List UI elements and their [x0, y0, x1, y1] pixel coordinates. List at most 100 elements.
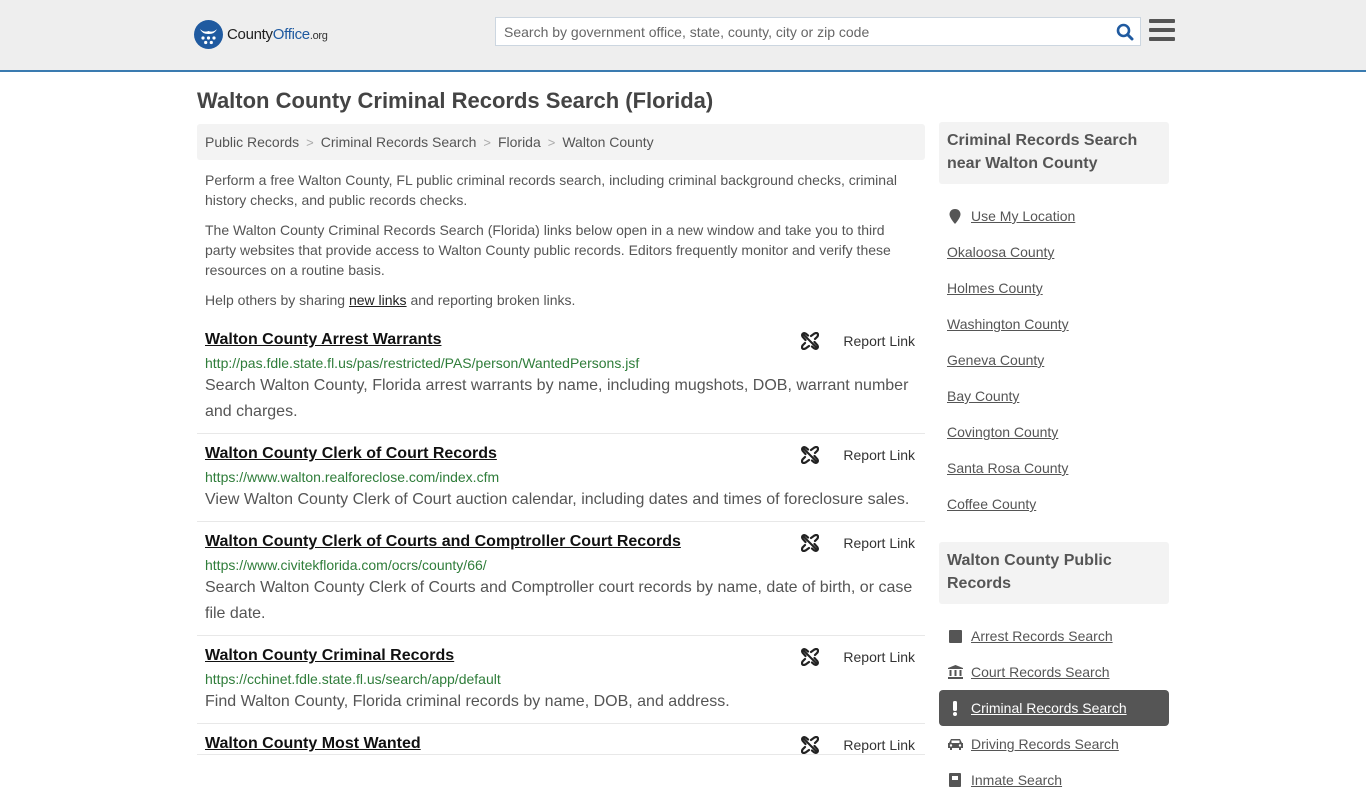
breadcrumb-walton-county[interactable]: Walton County [562, 134, 653, 150]
public-records-heading: Walton County Public Records [939, 542, 1169, 604]
intro-paragraph-1: Perform a free Walton County, FL public … [205, 172, 897, 208]
nearby-county-link[interactable]: Santa Rosa County [947, 460, 1068, 476]
result-title-link[interactable]: Walton County Most Wanted [205, 734, 421, 754]
breadcrumb-separator: > [483, 134, 491, 150]
breadcrumb-separator: > [306, 134, 314, 150]
use-my-location-link[interactable]: Use My Location [971, 208, 1075, 224]
nearby-county-link[interactable]: Coffee County [947, 496, 1036, 512]
result-title-link[interactable]: Walton County Clerk of Courts and Comptr… [205, 532, 681, 552]
logo-county: County [227, 26, 273, 43]
nearby-county-item[interactable]: Holmes County [939, 270, 1169, 306]
public-records-link[interactable]: Arrest Records Search [971, 628, 1113, 644]
use-my-location-item[interactable]: Use My Location [939, 198, 1169, 234]
result-title-link[interactable]: Walton County Clerk of Court Records [205, 444, 497, 464]
nearby-county-link[interactable]: Okaloosa County [947, 244, 1054, 260]
result-description: View Walton County Clerk of Court auctio… [205, 491, 910, 508]
intro-paragraph-2: The Walton County Criminal Records Searc… [205, 222, 891, 278]
report-link-button[interactable]: Report Link [801, 332, 915, 350]
public-records-item[interactable]: Court Records Search [939, 654, 1169, 690]
nearby-county-item[interactable]: Okaloosa County [939, 234, 1169, 270]
intro-text: and reporting broken links. [406, 292, 576, 308]
result-item: Walton County Clerk of Courts and Comptr… [197, 522, 925, 636]
report-link-label: Report Link [843, 447, 915, 463]
report-link-label: Report Link [843, 535, 915, 551]
nearby-county-link[interactable]: Geneva County [947, 352, 1044, 368]
broken-link-icon [801, 534, 831, 552]
result-title-link[interactable]: Walton County Arrest Warrants [205, 330, 441, 350]
logo-office: Office [272, 26, 310, 43]
broken-link-icon [801, 736, 831, 754]
search-bar [495, 17, 1141, 46]
breadcrumb: Public Records > Criminal Records Search… [197, 124, 925, 160]
intro-paragraph-3: Help others by sharing new links and rep… [197, 290, 925, 310]
nearby-county-item[interactable]: Bay County [939, 378, 1169, 414]
nearby-county-link[interactable]: Holmes County [947, 280, 1043, 296]
breadcrumb-florida[interactable]: Florida [498, 134, 541, 150]
public-records-link[interactable]: Inmate Search [971, 772, 1062, 788]
search-input[interactable] [496, 18, 1110, 45]
public-records-link[interactable]: Driving Records Search [971, 736, 1119, 752]
result-item: Walton County Most Wanted Report Link [197, 724, 925, 755]
public-records-link[interactable]: Criminal Records Search [971, 700, 1127, 716]
nearby-county-link[interactable]: Washington County [947, 316, 1069, 332]
nearby-county-link[interactable]: Bay County [947, 388, 1019, 404]
nearby-heading: Criminal Records Search near Walton Coun… [939, 122, 1169, 184]
result-item: Walton County Arrest Warrants Report Link… [197, 330, 925, 434]
result-url[interactable]: https://cchinet.fdle.state.fl.us/search/… [205, 670, 917, 688]
public-records-link[interactable]: Court Records Search [971, 664, 1110, 680]
public-records-item[interactable]: Criminal Records Search [939, 690, 1169, 726]
public-records-list: Arrest Records Search Court Records Searc… [939, 618, 1169, 798]
result-title-link[interactable]: Walton County Criminal Records [205, 646, 454, 666]
public-records-item[interactable]: Driving Records Search [939, 726, 1169, 762]
courthouse-icon [947, 665, 963, 679]
square-icon [947, 629, 963, 643]
breadcrumb-criminal-records-search[interactable]: Criminal Records Search [321, 134, 477, 150]
map-marker-icon [947, 208, 963, 224]
results-list: Walton County Arrest Warrants Report Link… [197, 330, 925, 755]
result-item: Walton County Criminal Records Report Lin… [197, 636, 925, 724]
logo-text: CountyOffice.org [227, 26, 328, 43]
broken-link-icon [801, 446, 831, 464]
nearby-list: Use My Location Okaloosa County Holmes Co… [939, 198, 1169, 522]
result-description: Search Walton County Clerk of Courts and… [205, 579, 913, 622]
result-url[interactable]: http://pas.fdle.state.fl.us/pas/restrict… [205, 354, 917, 372]
car-icon [947, 738, 963, 750]
report-link-label: Report Link [843, 333, 915, 349]
report-link-button[interactable]: Report Link [801, 534, 915, 552]
breadcrumb-separator: > [547, 134, 556, 150]
page-title: Walton County Criminal Records Search (F… [197, 88, 714, 113]
result-item: Walton County Clerk of Court Records Repo… [197, 434, 925, 522]
nearby-county-item[interactable]: Coffee County [939, 486, 1169, 522]
report-link-button[interactable]: Report Link [801, 736, 915, 754]
result-description: Find Walton County, Florida criminal rec… [205, 693, 730, 710]
nearby-county-item[interactable]: Santa Rosa County [939, 450, 1169, 486]
nearby-county-item[interactable]: Geneva County [939, 342, 1169, 378]
public-records-item[interactable]: Arrest Records Search [939, 618, 1169, 654]
inmate-icon [947, 773, 963, 787]
exclamation-icon [947, 700, 963, 716]
result-url[interactable]: https://www.civitekflorida.com/ocrs/coun… [205, 556, 917, 574]
logo-eagle-icon [194, 20, 223, 49]
breadcrumb-public-records[interactable]: Public Records [205, 134, 299, 150]
new-links-link[interactable]: new links [349, 292, 407, 308]
hamburger-menu-icon[interactable] [1149, 19, 1175, 43]
result-description: Search Walton County, Florida arrest war… [205, 377, 909, 420]
nearby-county-item[interactable]: Washington County [939, 306, 1169, 342]
search-icon [1116, 23, 1134, 40]
report-link-button[interactable]: Report Link [801, 648, 915, 666]
report-link-button[interactable]: Report Link [801, 446, 915, 464]
logo-org: .org [309, 30, 328, 42]
sidebar: Criminal Records Search near Walton Coun… [939, 122, 1169, 798]
broken-link-icon [801, 648, 831, 666]
intro: Perform a free Walton County, FL public … [197, 170, 925, 310]
nearby-county-link[interactable]: Covington County [947, 424, 1058, 440]
site-header: CountyOffice.org [0, 0, 1366, 72]
search-button[interactable] [1110, 18, 1140, 45]
intro-text: Help others by sharing [205, 292, 349, 308]
nearby-county-item[interactable]: Covington County [939, 414, 1169, 450]
report-link-label: Report Link [843, 737, 915, 753]
site-logo[interactable]: CountyOffice.org [194, 20, 328, 49]
public-records-item[interactable]: Inmate Search [939, 762, 1169, 798]
report-link-label: Report Link [843, 649, 915, 665]
result-url[interactable]: https://www.walton.realforeclose.com/ind… [205, 468, 917, 486]
